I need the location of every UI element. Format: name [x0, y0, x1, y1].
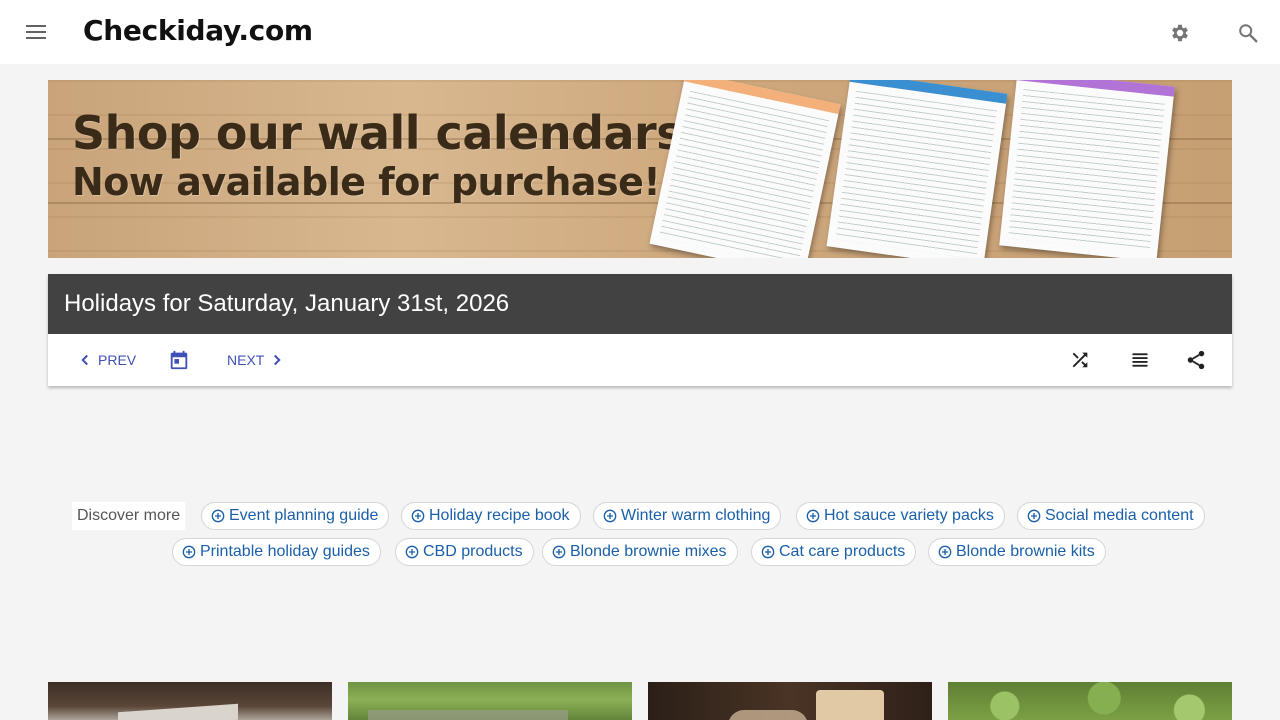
calendar-sheet-image: [999, 80, 1175, 258]
holiday-card-image[interactable]: [648, 682, 932, 720]
prev-day-button[interactable]: PREV: [76, 346, 136, 374]
plus-circle-icon: [405, 545, 419, 559]
plus-circle-icon: [1027, 509, 1041, 523]
chevron-right-icon: [274, 354, 281, 366]
day-header-card: Holidays for Saturday, January 31st, 202…: [48, 274, 1232, 386]
discover-chip[interactable]: Blonde brownie kits: [928, 538, 1106, 566]
wall-calendar-banner[interactable]: Shop our wall calendars Now available fo…: [48, 80, 1232, 258]
calendar-sheet-image: [649, 80, 841, 258]
calendar-icon: [170, 350, 188, 370]
plus-circle-icon: [603, 509, 617, 523]
plus-circle-icon: [552, 545, 566, 559]
prev-label: PREV: [98, 352, 137, 368]
plus-circle-icon: [411, 509, 425, 523]
date-picker-button[interactable]: [165, 346, 193, 374]
menu-button[interactable]: [20, 16, 52, 48]
discover-chip[interactable]: Social media content: [1017, 502, 1205, 530]
search-icon: [1239, 24, 1258, 43]
banner-subheadline: Now available for purchase!: [72, 160, 661, 204]
discover-chip[interactable]: Cat care products: [751, 538, 917, 566]
discover-chip-label: Printable holiday guides: [200, 543, 370, 560]
menu-icon: [26, 25, 46, 39]
discover-more-label: Discover more: [72, 502, 186, 530]
discover-chip-label: Hot sauce variety packs: [824, 507, 994, 524]
holiday-card-image[interactable]: [948, 682, 1232, 720]
discover-chip-label: Event planning guide: [229, 507, 379, 524]
site-logo[interactable]: Checkiday.com: [83, 14, 313, 47]
discover-chip-label: Holiday recipe book: [429, 507, 570, 524]
discover-chip[interactable]: Hot sauce variety packs: [796, 502, 1005, 530]
discover-chip-label: Blonde brownie mixes: [570, 543, 727, 560]
page-title: Holidays for Saturday, January 31st, 202…: [64, 290, 510, 317]
top-app-bar: Checkiday.com: [0, 0, 1280, 64]
discover-chip-label: CBD products: [423, 543, 523, 560]
list-icon: [1132, 353, 1148, 367]
banner-headline: Shop our wall calendars: [72, 106, 684, 160]
discover-chip-label: Cat care products: [779, 543, 906, 560]
gear-icon: [1172, 24, 1188, 42]
plus-circle-icon: [761, 545, 775, 559]
next-label: NEXT: [227, 352, 265, 368]
discover-chip[interactable]: Holiday recipe book: [401, 502, 581, 530]
discover-chip-label: Social media content: [1045, 507, 1194, 524]
chevron-left-icon: [81, 354, 88, 366]
next-day-button[interactable]: NEXT: [227, 346, 286, 374]
discover-chip[interactable]: CBD products: [395, 538, 534, 566]
holiday-card-image[interactable]: [48, 682, 332, 720]
plus-circle-icon: [211, 509, 225, 523]
plus-circle-icon: [806, 509, 820, 523]
search-button[interactable]: [1232, 17, 1264, 49]
plus-circle-icon: [938, 545, 952, 559]
discover-chip[interactable]: Blonde brownie mixes: [542, 538, 738, 566]
discover-chip-label: Blonde brownie kits: [956, 543, 1095, 560]
share-icon: [1187, 350, 1205, 370]
settings-button[interactable]: [1164, 17, 1196, 49]
share-button[interactable]: [1182, 346, 1210, 374]
day-title-bar: Holidays for Saturday, January 31st, 202…: [48, 274, 1232, 334]
discover-chip-label: Winter warm clothing: [621, 507, 771, 524]
holiday-card-image[interactable]: [348, 682, 632, 720]
list-view-button[interactable]: [1126, 346, 1154, 374]
discover-chip[interactable]: Printable holiday guides: [172, 538, 381, 566]
discover-chip[interactable]: Winter warm clothing: [593, 502, 782, 530]
calendar-sheet-image: [826, 80, 1008, 258]
discover-chip[interactable]: Event planning guide: [201, 502, 390, 530]
plus-circle-icon: [182, 545, 196, 559]
shuffle-icon: [1072, 352, 1088, 368]
random-day-button[interactable]: [1066, 346, 1094, 374]
